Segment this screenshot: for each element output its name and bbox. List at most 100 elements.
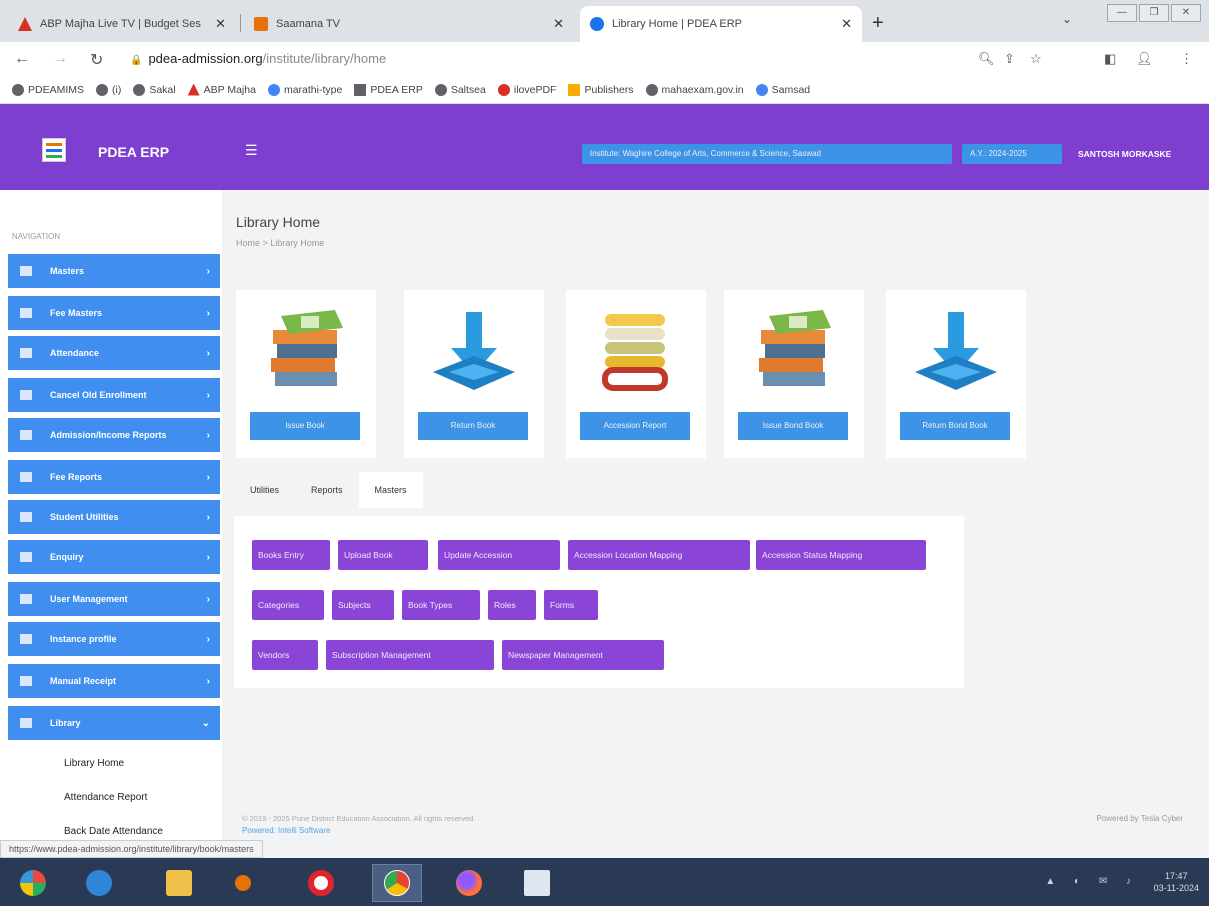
footer-link[interactable]: Powered: Intelli Software bbox=[242, 826, 331, 835]
close-icon[interactable]: ✕ bbox=[841, 16, 852, 32]
sidebar-item-manual-receipt[interactable]: Manual Receipt › bbox=[8, 664, 220, 698]
attendance-icon bbox=[20, 348, 32, 358]
browser-tab-saamana[interactable]: Saamana TV ✕ bbox=[244, 6, 574, 42]
cancel-icon bbox=[20, 390, 32, 400]
chevron-right-icon: › bbox=[206, 389, 210, 401]
return-book-button[interactable]: Return Book bbox=[418, 412, 528, 440]
user-menu[interactable]: SANTOSH MORKASKE bbox=[1078, 149, 1171, 159]
taskbar-media[interactable] bbox=[218, 864, 268, 902]
categories-button[interactable]: Categories bbox=[252, 590, 324, 620]
tab-utilities[interactable]: Utilities bbox=[234, 472, 295, 508]
pdea-logo[interactable] bbox=[42, 138, 66, 162]
sidebar-item-student-utilities[interactable]: Student Utilities › bbox=[8, 500, 220, 534]
sidebar-item-enquiry[interactable]: Enquiry › bbox=[8, 540, 220, 574]
taskbar-typing[interactable] bbox=[512, 864, 562, 902]
submenu-attendance-report[interactable]: Attendance Report bbox=[64, 792, 147, 803]
bookmark-item[interactable]: PDEAMIMS bbox=[12, 83, 84, 96]
share-icon[interactable]: ⇪ bbox=[1004, 51, 1015, 67]
footer-copyright: © 2019 - 2025 Pune District Education As… bbox=[242, 814, 476, 823]
taskbar-opera[interactable] bbox=[296, 864, 346, 902]
new-tab-icon[interactable]: + bbox=[872, 12, 884, 35]
bookmark-item[interactable]: Samsad bbox=[755, 83, 810, 96]
taskbar-ie[interactable] bbox=[74, 864, 124, 902]
return-bond-book-button[interactable]: Return Bond Book bbox=[900, 412, 1010, 440]
taskbar-chrome[interactable] bbox=[372, 864, 422, 902]
system-tray[interactable]: ▲ ◐ ✉ ♪ bbox=[1045, 876, 1139, 887]
books-entry-button[interactable]: Books Entry bbox=[252, 540, 330, 570]
issue-bond-book-button[interactable]: Issue Bond Book bbox=[738, 412, 848, 440]
tab-reports[interactable]: Reports bbox=[295, 472, 359, 508]
subscription-management-button[interactable]: Subscription Management bbox=[326, 640, 494, 670]
institute-selector[interactable]: Institute: Waghire College of Arts, Comm… bbox=[582, 144, 952, 164]
bookmark-item[interactable]: PDEA ERP bbox=[354, 83, 423, 96]
newspaper-management-button[interactable]: Newspaper Management bbox=[502, 640, 664, 670]
back-arrow-icon[interactable]: ← bbox=[14, 50, 30, 68]
zoom-icon[interactable]: 🔍︎ bbox=[978, 51, 995, 67]
bookmark-item[interactable]: Publishers bbox=[568, 83, 634, 96]
chevron-down-icon[interactable]: ⌄ bbox=[1062, 12, 1072, 26]
close-icon[interactable]: ✕ bbox=[553, 16, 564, 32]
accession-report-button[interactable]: Accession Report bbox=[580, 412, 690, 440]
forms-button[interactable]: Forms bbox=[544, 590, 598, 620]
book-types-button[interactable]: Book Types bbox=[402, 590, 480, 620]
books-stack-icon bbox=[271, 310, 343, 386]
firefox-icon bbox=[456, 870, 482, 896]
sidebar-item-fee-masters[interactable]: Fee Masters › bbox=[8, 296, 220, 330]
bookmark-item[interactable]: (i) bbox=[96, 83, 121, 96]
submenu-library-home[interactable]: Library Home bbox=[64, 758, 124, 769]
hamburger-menu-icon[interactable]: ☰ bbox=[245, 142, 258, 159]
internet-explorer-icon bbox=[86, 870, 112, 896]
menu-icon bbox=[20, 266, 32, 276]
bookmark-item[interactable]: Sakal bbox=[133, 83, 176, 96]
sidebar-item-attendance[interactable]: Attendance › bbox=[8, 336, 220, 370]
folder-icon bbox=[166, 870, 192, 896]
browser-tab-abp[interactable]: ABP Majha Live TV | Budget Ses ✕ bbox=[8, 6, 236, 42]
start-button[interactable] bbox=[8, 864, 58, 902]
tab-masters[interactable]: Masters bbox=[358, 472, 423, 508]
subjects-button[interactable]: Subjects bbox=[332, 590, 394, 620]
submenu-back-date-attendance[interactable]: Back Date Attendance bbox=[64, 826, 163, 837]
sidebar-item-library[interactable]: Library ⌄ bbox=[8, 706, 220, 740]
taskbar-clock[interactable]: 17:47 03-11-2024 bbox=[1154, 870, 1199, 894]
tab-separator bbox=[240, 14, 241, 32]
student-icon bbox=[20, 512, 32, 522]
roles-button[interactable]: Roles bbox=[488, 590, 536, 620]
bookmark-item[interactable]: Saltsea bbox=[434, 83, 486, 96]
issue-book-button[interactable]: Issue Book bbox=[250, 412, 360, 440]
close-icon[interactable]: ✕ bbox=[215, 16, 226, 32]
sidebar-item-masters[interactable]: Masters › bbox=[8, 254, 220, 288]
minimize-icon[interactable]: — bbox=[1107, 4, 1137, 22]
chevron-right-icon: › bbox=[206, 265, 210, 277]
bookmark-item[interactable]: ilovePDF bbox=[497, 83, 556, 96]
url-input[interactable]: 🔒 pdea-admission.org/institute/library/ho… bbox=[130, 47, 930, 71]
accession-location-mapping-button[interactable]: Accession Location Mapping bbox=[568, 540, 750, 570]
close-window-icon[interactable]: ✕ bbox=[1171, 4, 1201, 22]
maximize-icon[interactable]: ❐ bbox=[1139, 4, 1169, 22]
download-arrow-icon bbox=[915, 312, 997, 390]
taskbar-explorer[interactable] bbox=[154, 864, 204, 902]
bookmarks-bar: PDEAMIMS (i) Sakal ABP Majha marathi-typ… bbox=[0, 76, 1209, 104]
sidebar: NAVIGATION Masters › Fee Masters › Attenda… bbox=[0, 190, 222, 850]
bookmark-item[interactable]: mahaexam.gov.in bbox=[645, 83, 744, 96]
browser-tab-library-home[interactable]: Library Home | PDEA ERP ✕ bbox=[580, 6, 862, 42]
taskbar-firefox[interactable] bbox=[444, 864, 494, 902]
bookmark-item[interactable]: ABP Majha bbox=[187, 83, 256, 96]
sidebar-item-fee-reports[interactable]: Fee Reports › bbox=[8, 460, 220, 494]
sidebar-item-user-management[interactable]: User Management › bbox=[8, 582, 220, 616]
sidebar-item-cancel-enrollment[interactable]: Cancel Old Enrollment › bbox=[8, 378, 220, 412]
profile-icon[interactable]: 👤︎ bbox=[1136, 51, 1153, 67]
brand-name[interactable]: PDEA ERP bbox=[98, 144, 169, 160]
academic-year-selector[interactable]: A.Y.: 2024-2025 bbox=[962, 144, 1062, 164]
bookmark-star-icon[interactable]: ☆ bbox=[1030, 51, 1042, 67]
sidebar-item-instance-profile[interactable]: Instance profile › bbox=[8, 622, 220, 656]
kebab-menu-icon[interactable]: ⋮ bbox=[1180, 51, 1193, 67]
sidepanel-icon[interactable]: ◧ bbox=[1104, 51, 1116, 67]
forward-arrow-icon[interactable]: → bbox=[52, 50, 68, 68]
reload-icon[interactable]: ↻ bbox=[90, 50, 103, 70]
vendors-button[interactable]: Vendors bbox=[252, 640, 318, 670]
update-accession-button[interactable]: Update Accession bbox=[438, 540, 560, 570]
bookmark-item[interactable]: marathi-type bbox=[267, 83, 342, 96]
sidebar-item-admission-reports[interactable]: Admission/Income Reports › bbox=[8, 418, 220, 452]
accession-status-mapping-button[interactable]: Accession Status Mapping bbox=[756, 540, 926, 570]
upload-book-button[interactable]: Upload Book bbox=[338, 540, 428, 570]
